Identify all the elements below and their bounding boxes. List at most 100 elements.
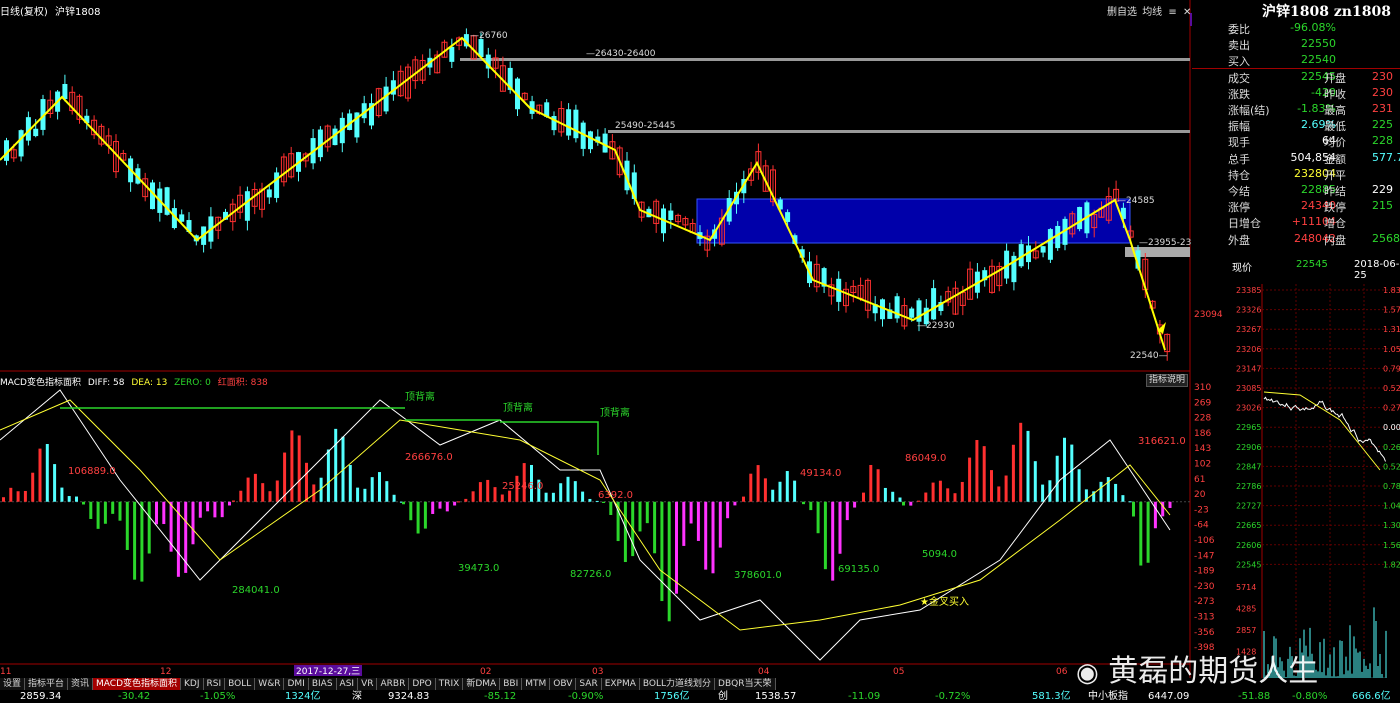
tab-dpo[interactable]: DPO bbox=[409, 678, 436, 690]
period-label[interactable]: 日线(复权) bbox=[0, 7, 48, 18]
macd-axis-label: 269 bbox=[1194, 398, 1211, 408]
macd-bar bbox=[261, 483, 265, 502]
tab--dma[interactable]: 新DMA bbox=[463, 678, 501, 690]
menu-icon[interactable]: ≡ bbox=[1168, 7, 1176, 18]
ma-button[interactable]: 均线 bbox=[1142, 7, 1162, 18]
quote-row: 持仓 232804 开平 bbox=[1192, 166, 1400, 182]
macd-bar bbox=[268, 491, 272, 502]
tab-arbr[interactable]: ARBR bbox=[377, 678, 410, 690]
macd-bar bbox=[990, 470, 993, 502]
tab-vr[interactable]: VR bbox=[358, 678, 378, 690]
macd-bar bbox=[471, 491, 475, 502]
tab--[interactable]: 设置 bbox=[0, 678, 26, 690]
quote-label-2: 昨收 bbox=[1324, 87, 1346, 101]
chart-canvas[interactable]: 2621625438246502387223094—26760—26430-26… bbox=[0, 0, 1400, 703]
candle-down bbox=[785, 212, 791, 222]
macd-bar bbox=[1033, 461, 1037, 502]
tab-kdj[interactable]: KDJ bbox=[181, 678, 204, 690]
macd-bar bbox=[696, 501, 700, 541]
macd-area-label: 5094.0 bbox=[922, 549, 957, 560]
level-annotation-23955: —23955-23 bbox=[1139, 238, 1191, 248]
intraday-right-axis-label: 1.82 bbox=[1383, 560, 1400, 569]
macd-bar bbox=[445, 501, 449, 512]
quote-value-2: 2568 bbox=[1372, 231, 1400, 245]
quote-value: -96.08% bbox=[1290, 21, 1336, 34]
candle-down bbox=[274, 172, 280, 198]
macd-bar bbox=[206, 501, 210, 512]
quote-row: 卖出 22550 bbox=[1192, 36, 1400, 53]
tab-boll[interactable]: BOLL bbox=[225, 678, 256, 690]
chart-header: 日线(复权) 沪锌1808 bbox=[0, 3, 100, 18]
macd-area-label: 86049.0 bbox=[905, 453, 946, 464]
macd-bar bbox=[253, 473, 257, 502]
macd-bar bbox=[609, 501, 613, 515]
intraday-right-axis-label: 0.52 bbox=[1383, 462, 1400, 471]
intraday-right-axis-label: 0.79 bbox=[1383, 364, 1400, 373]
candle-down bbox=[317, 129, 323, 158]
indicator-help-button[interactable]: 指标说明 bbox=[1146, 374, 1189, 387]
tab-w-r[interactable]: W&R bbox=[255, 678, 285, 690]
quote-label-2: 开平 bbox=[1324, 168, 1346, 182]
quote-label: 卖出 bbox=[1228, 39, 1250, 53]
tab-rsi[interactable]: RSI bbox=[203, 678, 226, 690]
macd-bar bbox=[464, 498, 468, 502]
high-annotation-right: —24585 bbox=[1117, 196, 1155, 206]
intraday-right-axis-label: 0.00 bbox=[1383, 423, 1400, 432]
status-item: -51.88 bbox=[1238, 691, 1271, 702]
quote-row: 成交 22545 开盘 230 bbox=[1192, 69, 1400, 85]
macd-bar bbox=[544, 492, 548, 502]
time-axis-label: 05 bbox=[893, 667, 904, 677]
candle-down bbox=[1077, 207, 1083, 230]
macd-bar bbox=[125, 501, 129, 550]
quote-row: 日增仓 +11104 增仓 bbox=[1192, 214, 1400, 230]
intraday-left-axis-label: 22786 bbox=[1236, 482, 1261, 491]
tab-bias[interactable]: BIAS bbox=[308, 678, 337, 690]
macd-bar bbox=[416, 501, 420, 534]
macd-bar bbox=[1099, 481, 1103, 502]
intraday-left-axis-label: 22727 bbox=[1236, 502, 1261, 511]
quote-row: 今结 22885 昨结 229 bbox=[1192, 182, 1400, 198]
macd-bar bbox=[602, 501, 605, 503]
intraday-right-axis-label: 1.05 bbox=[1383, 345, 1400, 354]
candle-down bbox=[478, 39, 484, 57]
tab-boll-[interactable]: BOLL力道线划分 bbox=[639, 678, 716, 690]
tab-mtm[interactable]: MTM bbox=[522, 678, 551, 690]
macd-area-label: 106889.0 bbox=[68, 466, 116, 477]
intraday-left-axis-label: 23326 bbox=[1236, 306, 1261, 315]
macd-bar bbox=[378, 472, 381, 502]
golden-cross-buy-label: ★金叉买入 bbox=[920, 595, 969, 608]
tab-dbqr-[interactable]: DBQR当天荣 bbox=[715, 678, 776, 690]
macd-bar bbox=[898, 497, 902, 502]
macd-bar bbox=[909, 501, 913, 506]
macd-header: MACD变色指标面积 DIFF: 58 DEA: 13 ZERO: 0 红面积:… bbox=[0, 375, 268, 388]
quote-label: 现手 bbox=[1228, 136, 1250, 150]
remove-watch-button[interactable]: 删自选 bbox=[1107, 7, 1137, 18]
tab--[interactable]: 资讯 bbox=[68, 678, 94, 690]
macd-bar bbox=[682, 501, 686, 546]
candle-down bbox=[383, 86, 389, 112]
tab--[interactable]: 指标平台 bbox=[25, 678, 69, 690]
quote-label: 成交 bbox=[1228, 71, 1250, 85]
candle-down bbox=[244, 191, 250, 221]
macd-bar bbox=[1128, 501, 1132, 503]
tab-obv[interactable]: OBV bbox=[550, 678, 577, 690]
quote-label: 涨幅(结) bbox=[1228, 104, 1270, 117]
tab-macd-[interactable]: MACD变色指标面积 bbox=[93, 678, 182, 690]
macd-axis-label: -23 bbox=[1194, 505, 1209, 515]
tab-dmi[interactable]: DMI bbox=[284, 678, 309, 690]
tab-expma[interactable]: EXPMA bbox=[601, 678, 640, 690]
macd-bar bbox=[968, 457, 972, 502]
intraday-left-axis-label: 22665 bbox=[1236, 521, 1261, 530]
tab-asi[interactable]: ASI bbox=[336, 678, 359, 690]
macd-bar bbox=[53, 464, 57, 502]
quote-label: 委比 bbox=[1228, 23, 1250, 36]
macd-bar bbox=[1121, 495, 1125, 502]
macd-bar bbox=[1019, 422, 1023, 502]
tab-bbi[interactable]: BBI bbox=[500, 678, 523, 690]
tab-sar[interactable]: SAR bbox=[576, 678, 602, 690]
quote-panel: 沪锌1808 zn1808 委比 -96.08% 卖出 22550 买入 22540 成交 2… bbox=[1192, 0, 1400, 278]
macd-bar bbox=[220, 501, 224, 518]
header-buttons: 删自选 均线 ≡ ✕ bbox=[1107, 3, 1191, 18]
tab-trix[interactable]: TRIX bbox=[435, 678, 464, 690]
macd-bar bbox=[45, 444, 49, 502]
